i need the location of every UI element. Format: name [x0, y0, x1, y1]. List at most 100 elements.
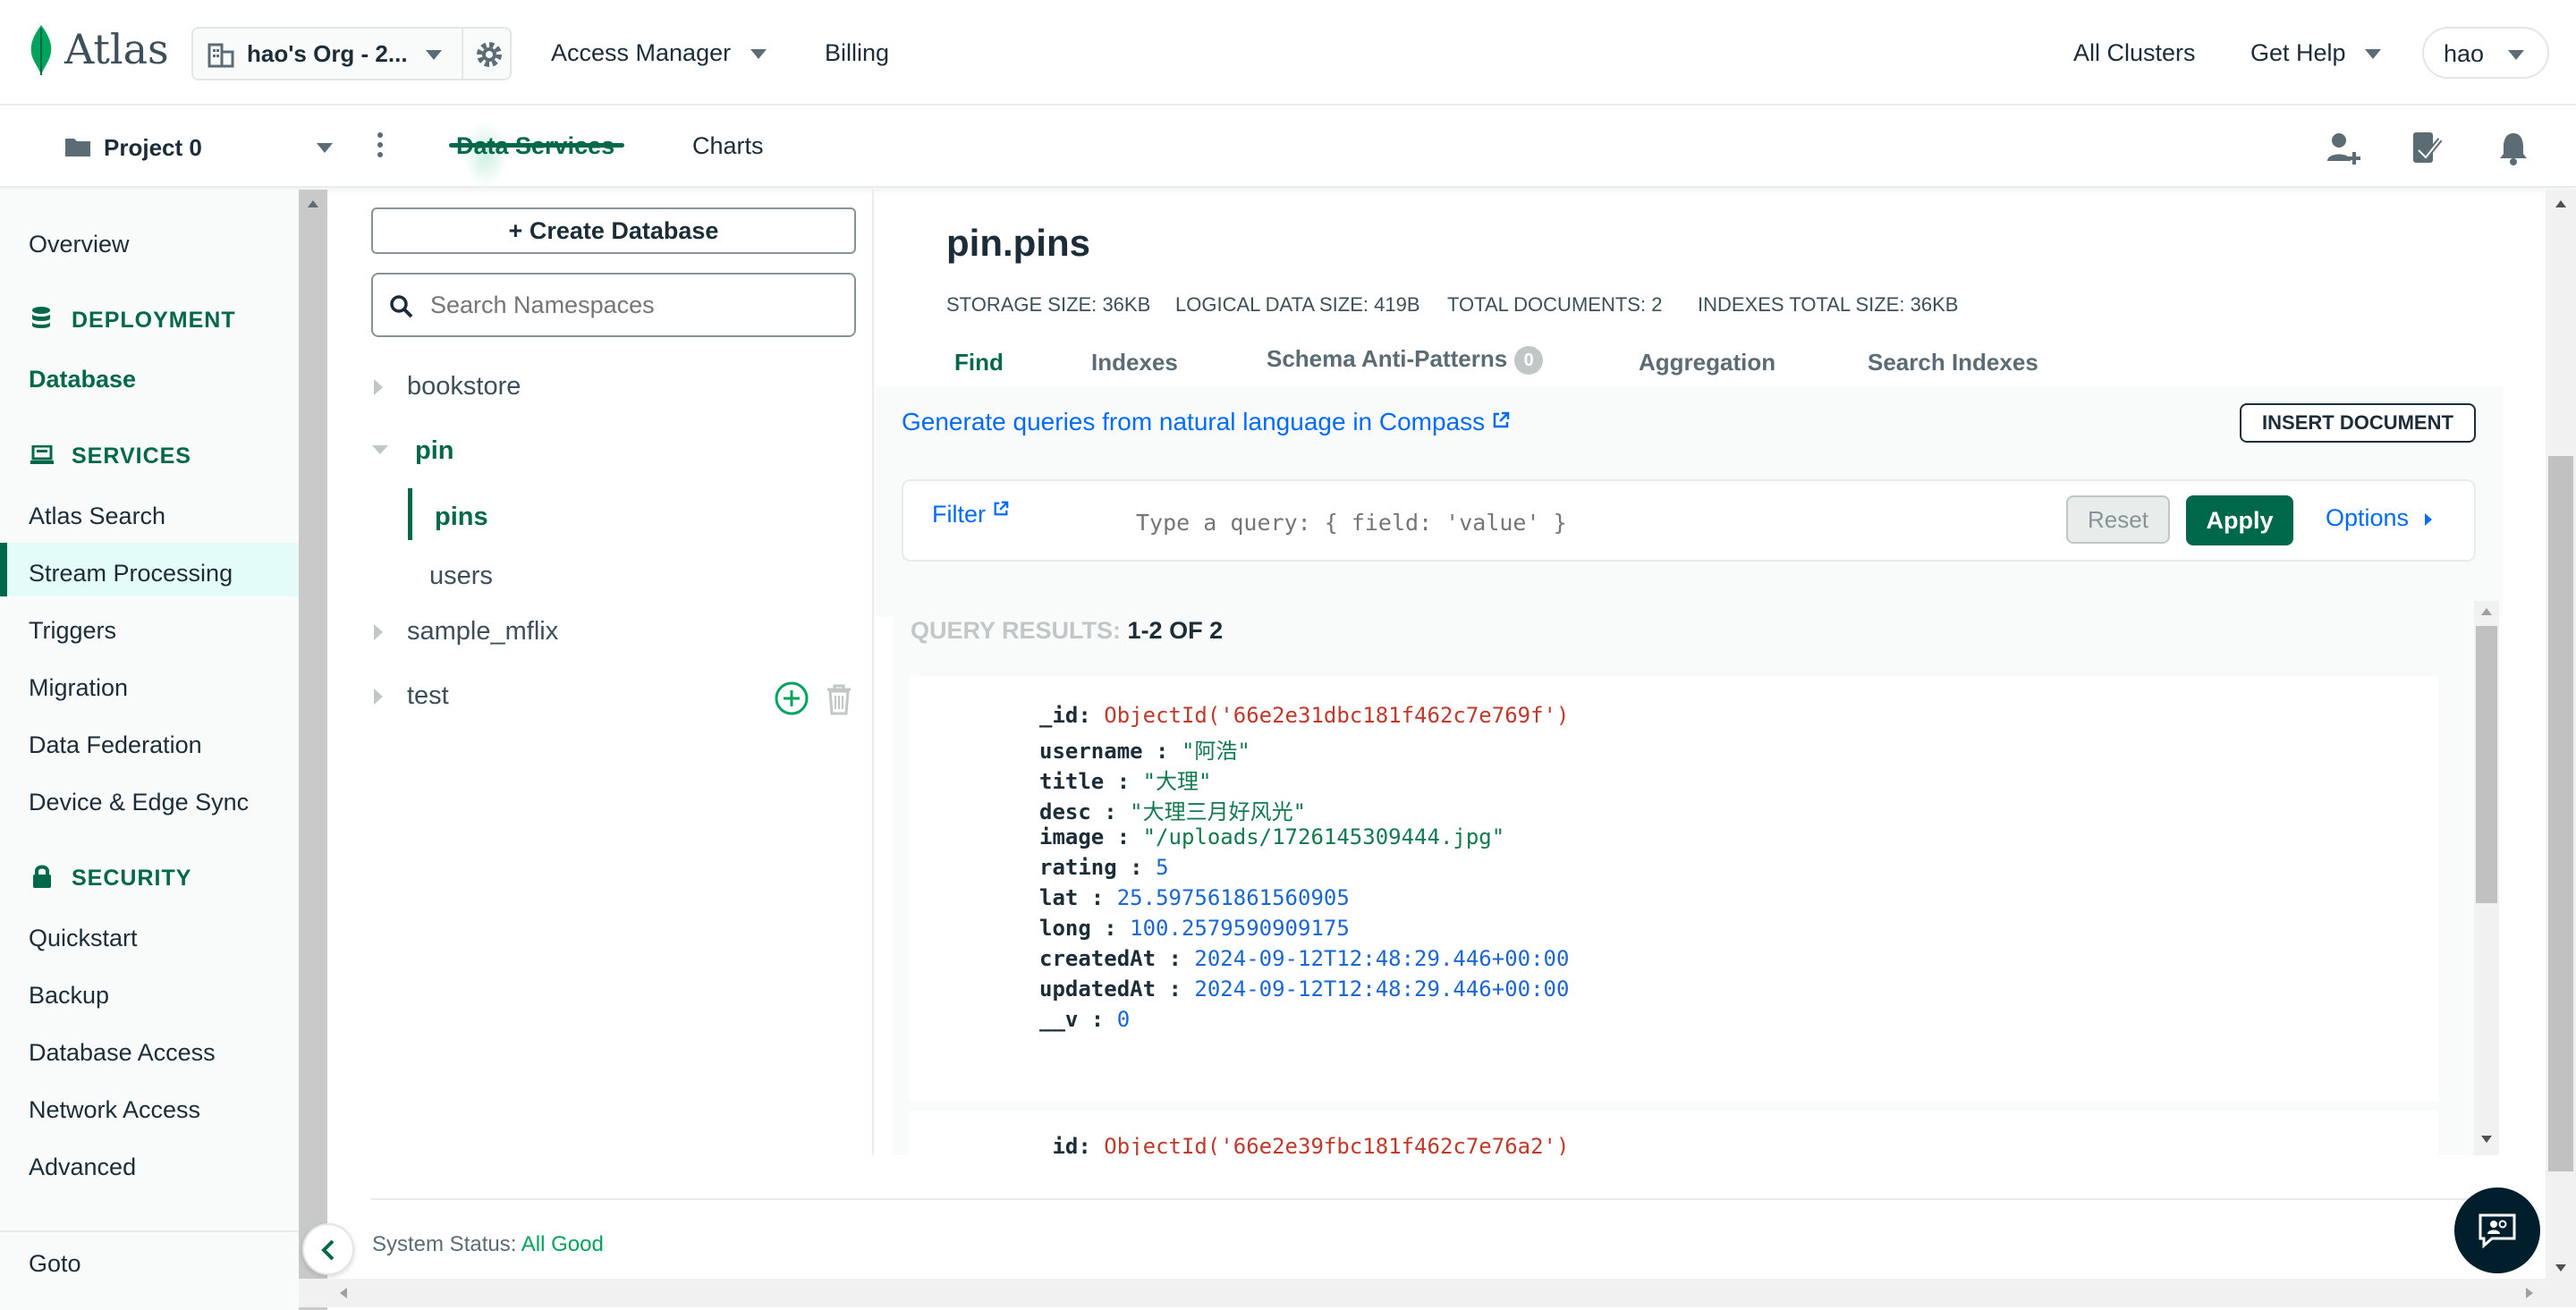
brand-name[interactable]: Atlas [64, 25, 169, 73]
tab-aggregation[interactable]: Aggregation [1639, 349, 1775, 376]
bell-icon[interactable] [2497, 131, 2529, 166]
activity-feed-icon[interactable] [2410, 131, 2449, 166]
results-scrollbar-thumb[interactable] [2476, 626, 2497, 903]
expand-arrow-icon[interactable] [374, 624, 383, 640]
query-input[interactable] [1136, 506, 1941, 538]
collection-item-users[interactable]: users [429, 562, 493, 591]
sidebar-item-backup[interactable]: Backup [29, 982, 109, 1010]
database-item-bookstore[interactable]: bookstore [407, 372, 521, 401]
field-value: 2024-09-12T12:48:29.446+00:00 [1194, 946, 1570, 971]
trash-icon[interactable] [825, 683, 853, 715]
access-manager-menu[interactable]: Access Manager [551, 39, 767, 67]
status-value[interactable]: All Good [521, 1232, 604, 1256]
chat-support-button[interactable] [2454, 1187, 2540, 1273]
expand-arrow-icon[interactable] [374, 689, 383, 705]
sidebar-item-network-access[interactable]: Network Access [29, 1096, 200, 1124]
sidebar-item-overview[interactable]: Overview [29, 231, 130, 258]
sidebar-item-atlas-search[interactable]: Atlas Search [29, 503, 165, 530]
indexes-size-stat: INDEXES TOTAL SIZE: 36KB [1698, 293, 1958, 317]
collapse-arrow-icon[interactable] [372, 445, 388, 454]
tab-find[interactable]: Find [954, 349, 1004, 376]
results-label: QUERY RESULTS: [911, 617, 1122, 644]
scroll-right-arrow-icon[interactable] [2526, 1288, 2533, 1298]
field-key: username [1039, 739, 1143, 764]
sidebar-item-triggers[interactable]: Triggers [29, 617, 116, 645]
field-key: long [1039, 916, 1091, 941]
panel-divider [872, 190, 874, 1155]
sidebar-item-database-access[interactable]: Database Access [29, 1039, 216, 1067]
collection-item-pins[interactable]: pins [435, 503, 488, 532]
more-vertical-icon[interactable] [376, 131, 385, 163]
field-separator: : [1142, 739, 1169, 764]
stat-label: INDEXES TOTAL SIZE: [1698, 293, 1905, 316]
sidebar-item-migration[interactable]: Migration [29, 674, 128, 702]
laptop-icon [30, 445, 54, 464]
scroll-down-arrow-icon[interactable] [2555, 1264, 2566, 1272]
gear-icon[interactable] [474, 39, 504, 70]
collapse-sidebar-button[interactable] [302, 1223, 354, 1275]
scroll-up-arrow-icon[interactable] [2555, 200, 2566, 207]
top-navigation-bar: Atlas hao's Org - 2... Access Manager Bi… [0, 0, 2576, 106]
document-card[interactable]: _id: ObjectId('66e2e31dbc181f462c7e769f'… [909, 676, 2438, 1102]
field-value: ObjectId('66e2e31dbc181f462c7e769f') [1104, 703, 1570, 728]
collection-title: pin.pins [946, 222, 1090, 264]
database-item-pin[interactable]: pin [415, 436, 454, 466]
sidebar-item-quickstart[interactable]: Quickstart [29, 925, 138, 952]
document-card[interactable]: _id: ObjectId('66e2e39fbc181f462c7e76a2'… [909, 1111, 2438, 1155]
database-item-sample-mflix[interactable]: sample_mflix [407, 617, 558, 647]
options-button[interactable]: Options [2326, 504, 2432, 532]
sidebar-scrollbar[interactable] [299, 190, 327, 1310]
field-key: __v [1039, 1007, 1079, 1032]
folder-icon [65, 139, 90, 156]
project-name: Project 0 [104, 134, 202, 161]
organization-selector[interactable]: hao's Org - 2... [191, 27, 512, 80]
goto-button[interactable]: Goto [29, 1250, 81, 1278]
tab-schema-anti-patterns[interactable]: Schema Anti-Patterns 0 [1267, 345, 1544, 376]
field-row: createdAt : 2024-09-12T12:48:29.446+00:0… [1039, 946, 1569, 971]
user-menu[interactable]: hao [2422, 27, 2549, 79]
horizontal-scrollbar[interactable] [299, 1279, 2546, 1307]
compass-link[interactable]: Generate queries from natural language i… [902, 408, 1510, 436]
project-selector[interactable]: Project 0 [63, 132, 349, 168]
invite-user-icon[interactable] [2326, 131, 2361, 166]
sidebar-item-data-federation[interactable]: Data Federation [29, 731, 202, 759]
tab-indexes[interactable]: Indexes [1091, 349, 1178, 376]
lock-icon [33, 865, 51, 888]
billing-link[interactable]: Billing [825, 39, 889, 67]
tab-search-indexes[interactable]: Search Indexes [1868, 349, 2038, 376]
field-separator: : [1104, 769, 1131, 794]
sidebar-item-database[interactable]: Database [29, 366, 136, 393]
field-separator: : [1156, 976, 1182, 1002]
filter-link[interactable]: Filter [932, 501, 1009, 528]
field-row: desc : "大理三月好风光" [1039, 794, 1306, 825]
org-name: hao's Org - 2... [247, 40, 408, 67]
field-separator: : [1078, 1007, 1105, 1032]
active-collection-indicator [408, 488, 412, 540]
add-collection-icon[interactable] [774, 680, 809, 716]
create-database-button[interactable]: + Create Database [371, 207, 856, 254]
scroll-left-arrow-icon[interactable] [340, 1288, 347, 1298]
sidebar-item-advanced[interactable]: Advanced [29, 1154, 136, 1181]
field-value: "大理三月好风光" [1130, 799, 1307, 824]
all-clusters-link[interactable]: All Clusters [2073, 39, 2196, 67]
search-namespaces-input[interactable] [430, 287, 842, 323]
sidebar-item-stream-processing[interactable]: Stream Processing [29, 560, 233, 587]
field-key: _id [1039, 703, 1079, 728]
scroll-down-arrow-icon[interactable] [2481, 1136, 2492, 1143]
get-help-menu[interactable]: Get Help [2250, 39, 2382, 67]
insert-document-button[interactable]: INSERT DOCUMENT [2240, 403, 2476, 443]
atlas-logo[interactable] [27, 23, 55, 81]
scroll-up-arrow-icon[interactable] [2481, 608, 2492, 615]
expand-arrow-icon[interactable] [374, 379, 383, 395]
chat-icon [2479, 1213, 2516, 1248]
page-scrollbar-thumb[interactable] [2548, 456, 2573, 1171]
tab-charts[interactable]: Charts [692, 132, 764, 160]
reset-button[interactable]: Reset [2066, 495, 2170, 544]
field-value: 25.597561861560905 [1116, 885, 1350, 910]
database-item-test[interactable]: test [407, 681, 449, 711]
apply-button[interactable]: Apply [2186, 495, 2293, 545]
database-stack-icon [32, 307, 50, 328]
field-key: updatedAt [1039, 976, 1157, 1002]
scroll-up-arrow-icon[interactable] [308, 200, 318, 207]
sidebar-item-device-edge-sync[interactable]: Device & Edge Sync [29, 789, 249, 816]
